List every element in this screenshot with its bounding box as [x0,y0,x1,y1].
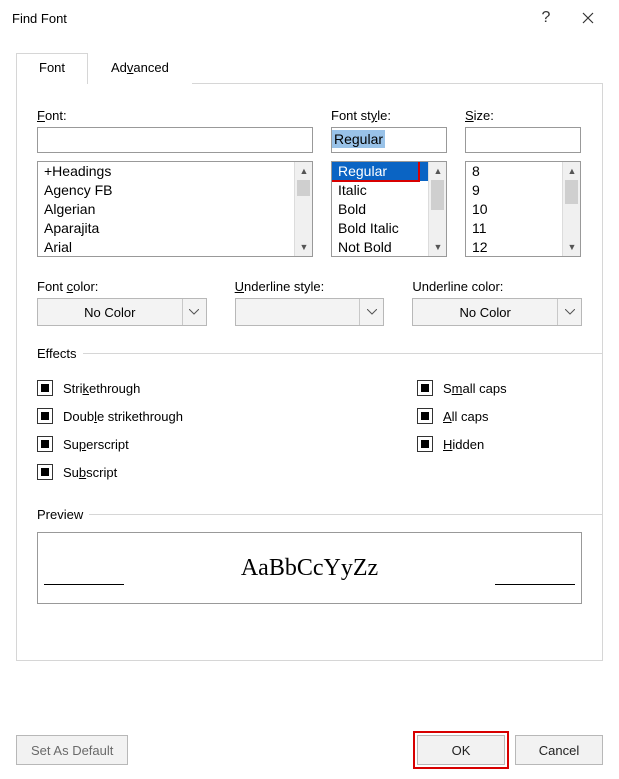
size-scrollbar[interactable]: ▲ ▼ [562,162,580,256]
list-item[interactable]: Bold [332,200,428,219]
list-item[interactable]: Agency FB [38,181,294,200]
list-item[interactable]: +Headings [38,162,294,181]
underline-style-label: Underline style: [235,279,385,294]
list-item[interactable]: Bold Italic [332,219,428,238]
scroll-up-icon[interactable]: ▲ [563,162,581,180]
all-caps-checkbox[interactable]: All caps [417,405,582,427]
size-listbox[interactable]: 8 9 10 11 12 ▲ ▼ [465,161,581,257]
tab-strip: Font Advanced [16,52,603,84]
list-item[interactable]: 10 [466,200,562,219]
close-icon [582,12,594,24]
size-input[interactable] [465,127,581,153]
chevron-down-icon [359,299,383,325]
cancel-button[interactable]: Cancel [515,735,603,765]
scroll-thumb[interactable] [431,180,444,210]
underline-color-combo[interactable]: No Color [412,298,582,326]
size-label: Size: [465,108,581,123]
scroll-down-icon[interactable]: ▼ [563,238,581,256]
chevron-down-icon [182,299,206,325]
help-button[interactable]: ? [525,4,567,32]
effects-group-label: Effects [17,346,602,361]
preview-group-label: Preview [17,507,602,522]
list-item[interactable]: Italic [332,181,428,200]
font-color-label: Font color: [37,279,207,294]
chevron-down-icon [557,299,581,325]
font-style-listbox[interactable]: Regular Italic Bold Bold Italic Not Bold… [331,161,447,257]
tab-font[interactable]: Font [16,53,88,84]
underline-style-combo[interactable] [235,298,385,326]
scroll-down-icon[interactable]: ▼ [429,238,447,256]
scroll-thumb[interactable] [297,180,310,196]
font-listbox[interactable]: +Headings Agency FB Algerian Aparajita A… [37,161,313,257]
ok-button[interactable]: OK [417,735,505,765]
subscript-checkbox[interactable]: Subscript [37,461,417,483]
font-style-input[interactable]: Regular [331,127,447,153]
preview-box: AaBbCcYyZz [37,532,582,604]
scroll-thumb[interactable] [565,180,578,204]
superscript-checkbox[interactable]: Superscript [37,433,417,455]
strikethrough-checkbox[interactable]: Strikethrough [37,377,417,399]
list-item[interactable]: Algerian [38,200,294,219]
preview-text: AaBbCcYyZz [241,555,378,582]
list-item[interactable]: Aparajita [38,219,294,238]
style-scrollbar[interactable]: ▲ ▼ [428,162,446,256]
list-item[interactable]: 8 [466,162,562,181]
double-strikethrough-checkbox[interactable]: Double strikethrough [37,405,417,427]
tab-panel-font: Font: +Headings Agency FB Algerian Apara… [16,84,603,661]
font-color-combo[interactable]: No Color [37,298,207,326]
dialog-title: Find Font [12,11,525,26]
list-item[interactable]: Arial [38,238,294,256]
dialog-footer: Set As Default OK Cancel [0,735,619,765]
list-item[interactable]: 12 [466,238,562,256]
font-scrollbar[interactable]: ▲ ▼ [294,162,312,256]
list-item[interactable]: Not Bold [332,238,428,256]
font-input[interactable] [37,127,313,153]
list-item[interactable]: 9 [466,181,562,200]
tab-advanced[interactable]: Advanced [88,53,192,84]
font-label: Font: [37,108,313,123]
small-caps-checkbox[interactable]: Small caps [417,377,582,399]
set-as-default-button[interactable]: Set As Default [16,735,128,765]
list-item[interactable]: 11 [466,219,562,238]
scroll-down-icon[interactable]: ▼ [295,238,313,256]
title-bar: Find Font ? [0,0,619,36]
list-item[interactable]: Regular [332,162,428,181]
scroll-up-icon[interactable]: ▲ [429,162,447,180]
font-style-label: Font style: [331,108,447,123]
close-button[interactable] [567,4,609,32]
hidden-checkbox[interactable]: Hidden [417,433,582,455]
scroll-up-icon[interactable]: ▲ [295,162,313,180]
underline-color-label: Underline color: [412,279,582,294]
